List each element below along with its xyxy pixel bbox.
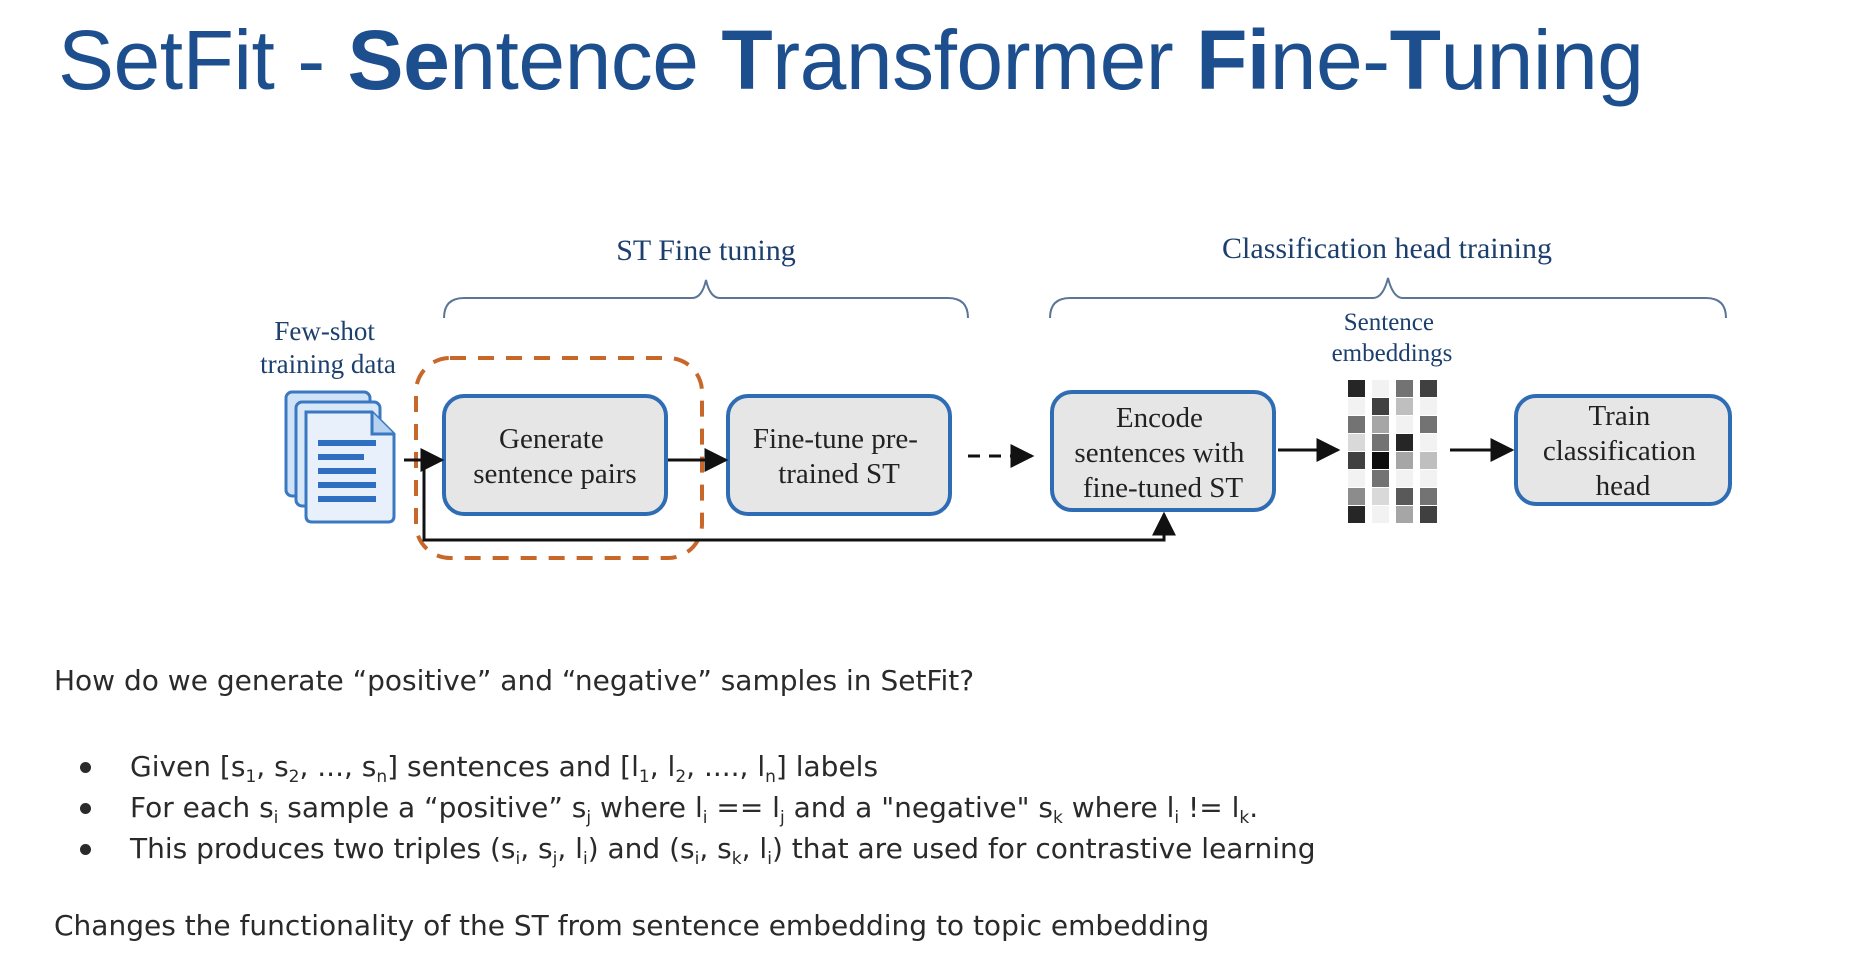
few-shot-training-data-label: Few-shot training data <box>260 316 396 379</box>
bullet-dot <box>80 803 91 814</box>
embedding-cell <box>1348 398 1365 415</box>
conclusion-text: Changes the functionality of the ST from… <box>54 909 1210 942</box>
embedding-cell <box>1396 398 1413 415</box>
embedding-matrix <box>1348 380 1437 523</box>
embedding-cell <box>1372 506 1389 523</box>
embedding-cell <box>1420 416 1437 433</box>
bullet-list: Given [s1, s2, ..., sn] sentences and [l… <box>78 746 1316 869</box>
stage-label-st-fine-tuning: ST Fine tuning <box>616 234 795 267</box>
embedding-cell <box>1396 470 1413 487</box>
embedding-cell <box>1372 416 1389 433</box>
setfit-diagram: ST Fine tuning Classification head train… <box>260 232 1732 560</box>
train-classification-head-box: Train classification head <box>1514 394 1732 506</box>
embedding-cell <box>1372 398 1389 415</box>
bullet-item: Given [s1, s2, ..., sn] sentences and [l… <box>78 746 1316 787</box>
embedding-cell <box>1348 452 1365 469</box>
embedding-cell <box>1372 488 1389 505</box>
bullet-dot <box>80 762 91 773</box>
embedding-cell <box>1420 398 1437 415</box>
brace-st-fine-tuning <box>443 279 969 319</box>
embedding-cell <box>1348 434 1365 451</box>
embedding-cell <box>1420 488 1437 505</box>
embedding-cell <box>1348 416 1365 433</box>
embedding-cell <box>1348 470 1365 487</box>
embedding-cell <box>1396 380 1413 397</box>
embedding-cell <box>1420 506 1437 523</box>
embedding-cell <box>1396 506 1413 523</box>
embedding-cell <box>1396 452 1413 469</box>
fine-tune-pretrained-st-box: Fine-tune pre- trained ST <box>726 394 952 516</box>
embedding-cell <box>1372 470 1389 487</box>
embedding-cell <box>1420 470 1437 487</box>
bullet-item: This produces two triples (si, sj, li) a… <box>78 828 1316 869</box>
embedding-cell <box>1348 380 1365 397</box>
embedding-cell <box>1372 380 1389 397</box>
embedding-cell <box>1396 434 1413 451</box>
slide: SetFit - Sentence Transformer Fine-Tunin… <box>0 0 1854 978</box>
bullet-item: For each si sample a “positive” sj where… <box>78 787 1316 828</box>
generate-sentence-pairs-box: Generate sentence pairs <box>442 394 668 516</box>
bullet-dot <box>80 844 91 855</box>
embedding-cell <box>1396 488 1413 505</box>
embedding-cell <box>1372 434 1389 451</box>
embedding-cell <box>1420 380 1437 397</box>
sentence-embeddings-label: Sentence embeddings <box>1332 309 1453 367</box>
embedding-cell <box>1372 452 1389 469</box>
embedding-cell <box>1348 488 1365 505</box>
embedding-cell <box>1420 452 1437 469</box>
embedding-cell <box>1420 434 1437 451</box>
embedding-cell <box>1348 506 1365 523</box>
encode-sentences-box: Encode sentences with fine-tuned ST <box>1050 390 1276 512</box>
question-text: How do we generate “positive” and “negat… <box>54 664 975 697</box>
document-stack-icon <box>284 390 396 524</box>
embedding-cell <box>1396 416 1413 433</box>
stage-label-classification-head-training: Classification head training <box>1222 232 1552 265</box>
